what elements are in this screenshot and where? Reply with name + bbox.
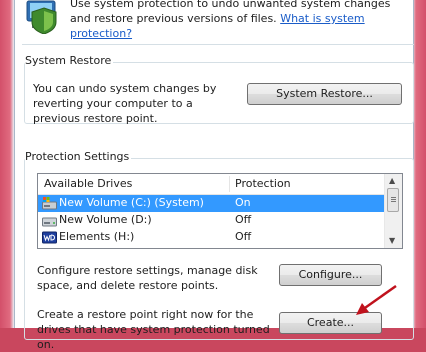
annotation-arrow-icon bbox=[356, 284, 397, 315]
list-header: Available Drives Protection bbox=[38, 174, 384, 195]
system-restore-description: You can undo system changes by reverting… bbox=[33, 82, 217, 125]
drive-name: New Volume (C:) (System) bbox=[59, 196, 204, 209]
system-protection-icon bbox=[26, 0, 57, 34]
protection-settings-legend: Protection Settings bbox=[25, 150, 132, 163]
scroll-thumb[interactable] bbox=[387, 188, 399, 212]
scroll-down-icon[interactable]: ▼ bbox=[389, 237, 395, 245]
scroll-up-icon[interactable]: ▲ bbox=[389, 177, 395, 185]
drive-name: New Volume (D:) bbox=[59, 213, 152, 226]
intro-text: Use system protection to undo unwanted s… bbox=[70, 0, 400, 41]
hard-drive-icon bbox=[42, 217, 57, 227]
divider bbox=[22, 44, 414, 45]
system-restore-button[interactable]: System Restore... bbox=[247, 83, 402, 105]
available-drives-list[interactable]: Available Drives Protection New Volume (… bbox=[37, 173, 403, 249]
drive-protection-status: On bbox=[235, 196, 251, 209]
configure-button[interactable]: Configure... bbox=[279, 264, 382, 286]
drive-row[interactable]: Elements (H:) Off bbox=[38, 229, 384, 246]
wd-external-drive-icon bbox=[42, 231, 57, 244]
grip-icon bbox=[391, 197, 396, 198]
column-protection[interactable]: Protection bbox=[235, 177, 291, 190]
drives-scrollbar[interactable]: ▲ ▼ bbox=[384, 174, 402, 248]
system-restore-legend: System Restore bbox=[25, 54, 114, 67]
drive-name: Elements (H:) bbox=[59, 230, 135, 243]
system-restore-group: System Restore You can undo system chang… bbox=[24, 54, 414, 125]
create-description: Create a restore point right now for the… bbox=[37, 308, 270, 351]
drive-protection-status: Off bbox=[235, 213, 252, 226]
drive-protection-status: Off bbox=[235, 230, 252, 243]
drive-row[interactable]: New Volume (D:) Off bbox=[38, 212, 384, 229]
column-available-drives[interactable]: Available Drives bbox=[44, 177, 132, 190]
configure-description: Configure restore settings, manage disk … bbox=[37, 264, 258, 292]
drive-row[interactable]: New Volume (C:) (System) On bbox=[38, 195, 384, 212]
system-drive-icon bbox=[42, 197, 57, 210]
column-divider[interactable] bbox=[229, 176, 230, 192]
